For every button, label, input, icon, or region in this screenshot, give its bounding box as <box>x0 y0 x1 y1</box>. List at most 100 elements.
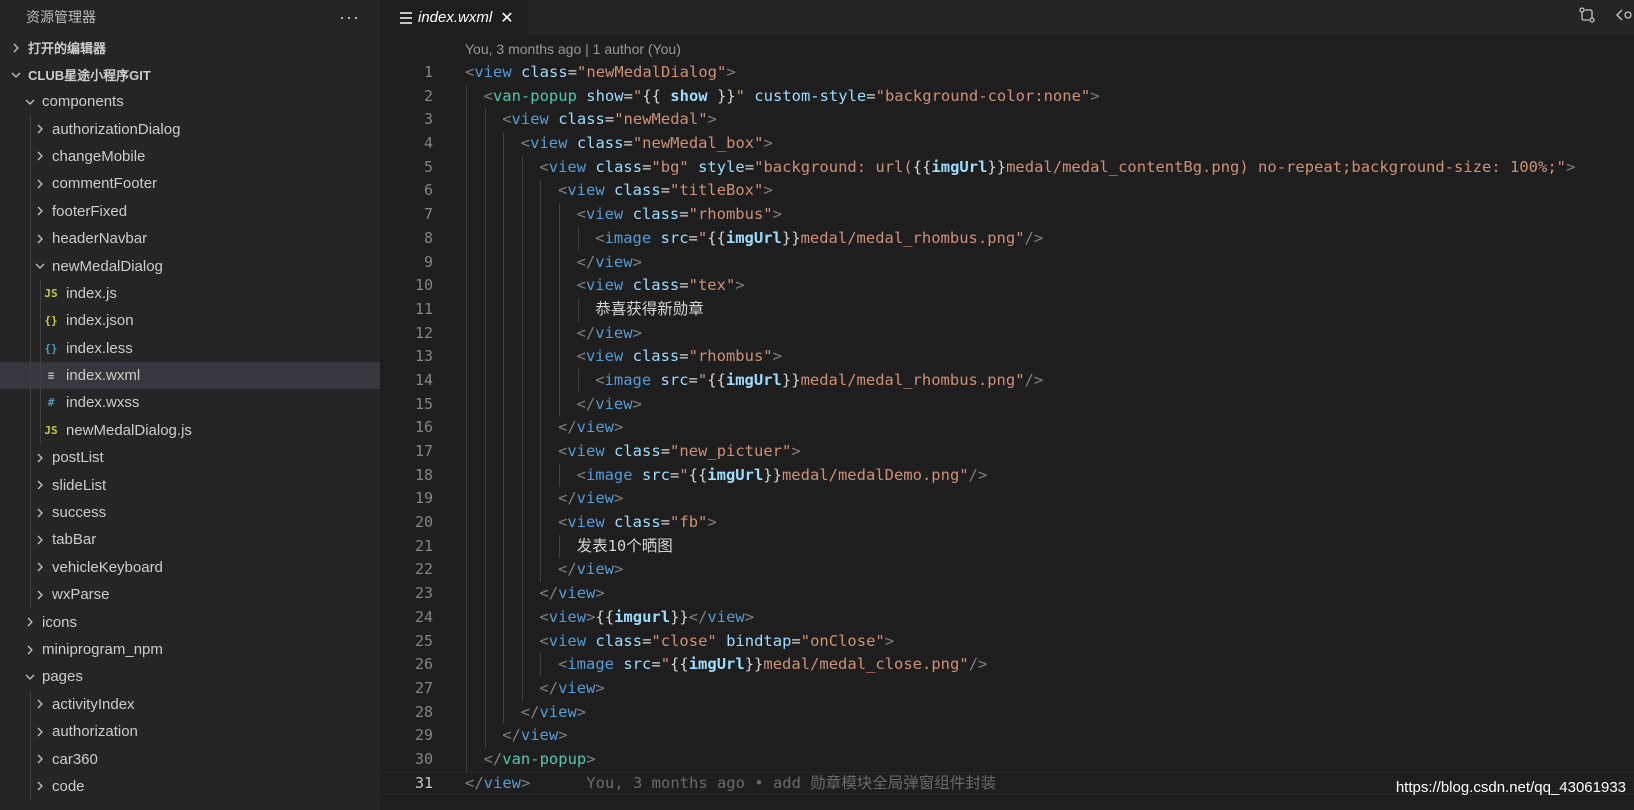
code-token: " <box>632 86 643 105</box>
compare-changes-icon[interactable] <box>1578 6 1596 29</box>
code-line[interactable]: 11 恭喜获得新勋章 <box>380 297 1634 322</box>
tree-folder[interactable]: slideList <box>0 471 380 499</box>
code-view[interactable]: 1 <view class="newMedalDialog"> 2 <van-popu… <box>380 61 1634 795</box>
indent-guide <box>521 274 523 298</box>
code-token: view <box>585 276 633 295</box>
close-icon[interactable]: ✕ <box>500 8 513 28</box>
code-line[interactable]: 19 </view> <box>380 487 1634 512</box>
tree-folder[interactable]: postList <box>0 444 380 472</box>
tree-folder[interactable]: commentFooter <box>0 170 380 198</box>
tree-file[interactable]: {} index.json <box>0 307 380 335</box>
tree-file[interactable]: {} index.less <box>0 334 380 362</box>
tree-folder[interactable]: components <box>0 88 380 115</box>
code-line[interactable]: 26 <image src="{{imgUrl}}medal/medal_clos… <box>380 653 1634 677</box>
tree-folder[interactable]: newMedalDialog <box>0 252 380 280</box>
code-token: view <box>520 726 559 745</box>
go-back-icon[interactable] <box>1614 6 1634 29</box>
tree-folder[interactable]: pages <box>0 663 380 690</box>
code-line[interactable]: 20 <view class="fb"> <box>380 511 1634 535</box>
code-line[interactable]: 17 <view class="new_pictuer"> <box>380 440 1634 464</box>
indent-guide <box>466 534 467 559</box>
tree-folder[interactable]: authorization <box>0 717 380 746</box>
code-line[interactable]: 24 <view>{{imgurl}}</view> <box>380 605 1634 630</box>
code-token: = <box>567 63 578 81</box>
code-token: < <box>558 513 568 532</box>
code-line[interactable]: 23 </view> <box>380 582 1634 606</box>
code-token: = <box>660 442 671 460</box>
code-text: <image src="{{imgUrl}}medal/medal_close.… <box>558 653 987 677</box>
chevron-right-icon <box>32 590 48 600</box>
code-line[interactable]: 22 </view> <box>380 558 1634 583</box>
code-line[interactable]: 10 <view class="tex"> <box>380 274 1634 298</box>
code-line[interactable]: 29 </view> <box>380 724 1634 748</box>
tree-folder[interactable]: changeMobile <box>0 142 380 171</box>
code-token: }} <box>707 86 736 105</box>
more-actions-icon[interactable]: ··· <box>339 7 360 28</box>
code-line[interactable]: 7 <view class="rhombus"> <box>380 203 1634 227</box>
code-token: imgurl <box>614 607 671 626</box>
line-number: 12 <box>414 323 433 342</box>
tree-folder[interactable]: authorizationDialog <box>0 115 380 143</box>
tab-index-wxml[interactable]: index.wxml ✕ <box>380 0 528 35</box>
code-line[interactable]: 6 <view class="titleBox"> <box>380 179 1634 204</box>
tree-folder[interactable]: vehicleKeyboard <box>0 553 380 582</box>
code-line[interactable]: 21 发表10个晒图 <box>380 534 1634 559</box>
tree-folder[interactable]: miniprogram_npm <box>0 636 380 663</box>
line-number: 3 <box>423 110 433 129</box>
tree-folder[interactable]: car360 <box>0 745 380 773</box>
code-token: "tex" <box>688 276 736 295</box>
code-token: > <box>521 773 531 792</box>
code-line[interactable]: 1 <view class="newMedalDialog"> <box>380 61 1634 85</box>
code-line[interactable]: 2 <van-popup show="{{ show }}" custom-sty… <box>380 84 1634 109</box>
tree-file[interactable]: JS index.js <box>0 279 380 308</box>
tree-folder[interactable]: success <box>0 498 380 527</box>
tree-folder[interactable]: wxParse <box>0 581 380 609</box>
tree-file[interactable]: JS newMedalDialog.js <box>0 416 380 445</box>
code-text: </view> <box>577 251 642 275</box>
code-line[interactable]: 13 <view class="rhombus"> <box>380 345 1634 369</box>
tree-folder[interactable]: code <box>0 772 380 801</box>
code-token: > <box>735 276 745 295</box>
tree-file[interactable]: # index.wxss <box>0 389 380 417</box>
workspace-section[interactable]: CLUB星途小程序GIT <box>0 61 380 88</box>
indent-guide <box>466 605 467 630</box>
code-line[interactable]: 12 </view> <box>380 321 1634 346</box>
code-line[interactable]: 9 </view> <box>380 250 1634 275</box>
code-line[interactable]: 18 <image src="{{imgUrl}}medal/medalDemo.… <box>380 463 1634 488</box>
codelens-blame[interactable]: You, 3 months ago | 1 author (You) <box>465 41 681 57</box>
tree-folder[interactable]: activityIndex <box>0 690 380 718</box>
code-line[interactable]: 27 </view> <box>380 676 1634 701</box>
indent-guide <box>40 279 41 308</box>
indent-guide <box>466 108 467 133</box>
code-token: "background-color:none" <box>875 86 1091 105</box>
code-line[interactable]: 25 <view class="close" bindtap="onClose"> <box>380 629 1634 654</box>
code-token: "background: url( <box>754 157 913 176</box>
code-line[interactable]: 14 <image src="{{imgUrl}}medal/medal_rhom… <box>380 368 1634 393</box>
code-line[interactable]: 30 </van-popup> <box>380 747 1634 772</box>
code-line[interactable]: 16 </view> <box>380 416 1634 440</box>
editor-area: index.wxml ✕ You, 3 months ago | 1 autho… <box>380 0 1634 810</box>
code-text: </view> <box>539 677 604 701</box>
file-type-icon: {} <box>44 341 58 355</box>
code-line[interactable]: 15 </view> <box>380 392 1634 417</box>
indent-guide <box>30 526 31 554</box>
code-line[interactable]: 8 <image src="{{imgUrl}}medal/medal_rhomb… <box>380 226 1634 251</box>
tree-folder[interactable]: icons <box>0 608 380 635</box>
tree-file[interactable]: ≡ index.wxml <box>0 361 380 390</box>
code-line[interactable]: 3 <view class="newMedal"> <box>380 108 1634 133</box>
code-line[interactable]: 5 <view class="bg" style="background: url… <box>380 155 1634 180</box>
code-token: < <box>558 442 568 460</box>
indent-guide <box>40 361 41 390</box>
code-line[interactable]: 4 <view class="newMedal_box"> <box>380 132 1634 156</box>
tree-folder[interactable]: footerFixed <box>0 197 380 225</box>
code-text: <view class="bg" style="background: url(… <box>539 156 1575 180</box>
code-token: > <box>1566 157 1576 176</box>
tree-folder[interactable]: tabBar <box>0 526 380 554</box>
code-line[interactable]: 28 </view> <box>380 700 1634 725</box>
open-editors-section[interactable]: 打开的编辑器 <box>0 34 380 61</box>
tree-folder[interactable]: headerNavbar <box>0 224 380 253</box>
code-token: /> <box>1024 370 1044 389</box>
indent-guide <box>559 226 560 251</box>
code-token: </ <box>502 726 521 745</box>
indent-guide <box>466 132 467 156</box>
